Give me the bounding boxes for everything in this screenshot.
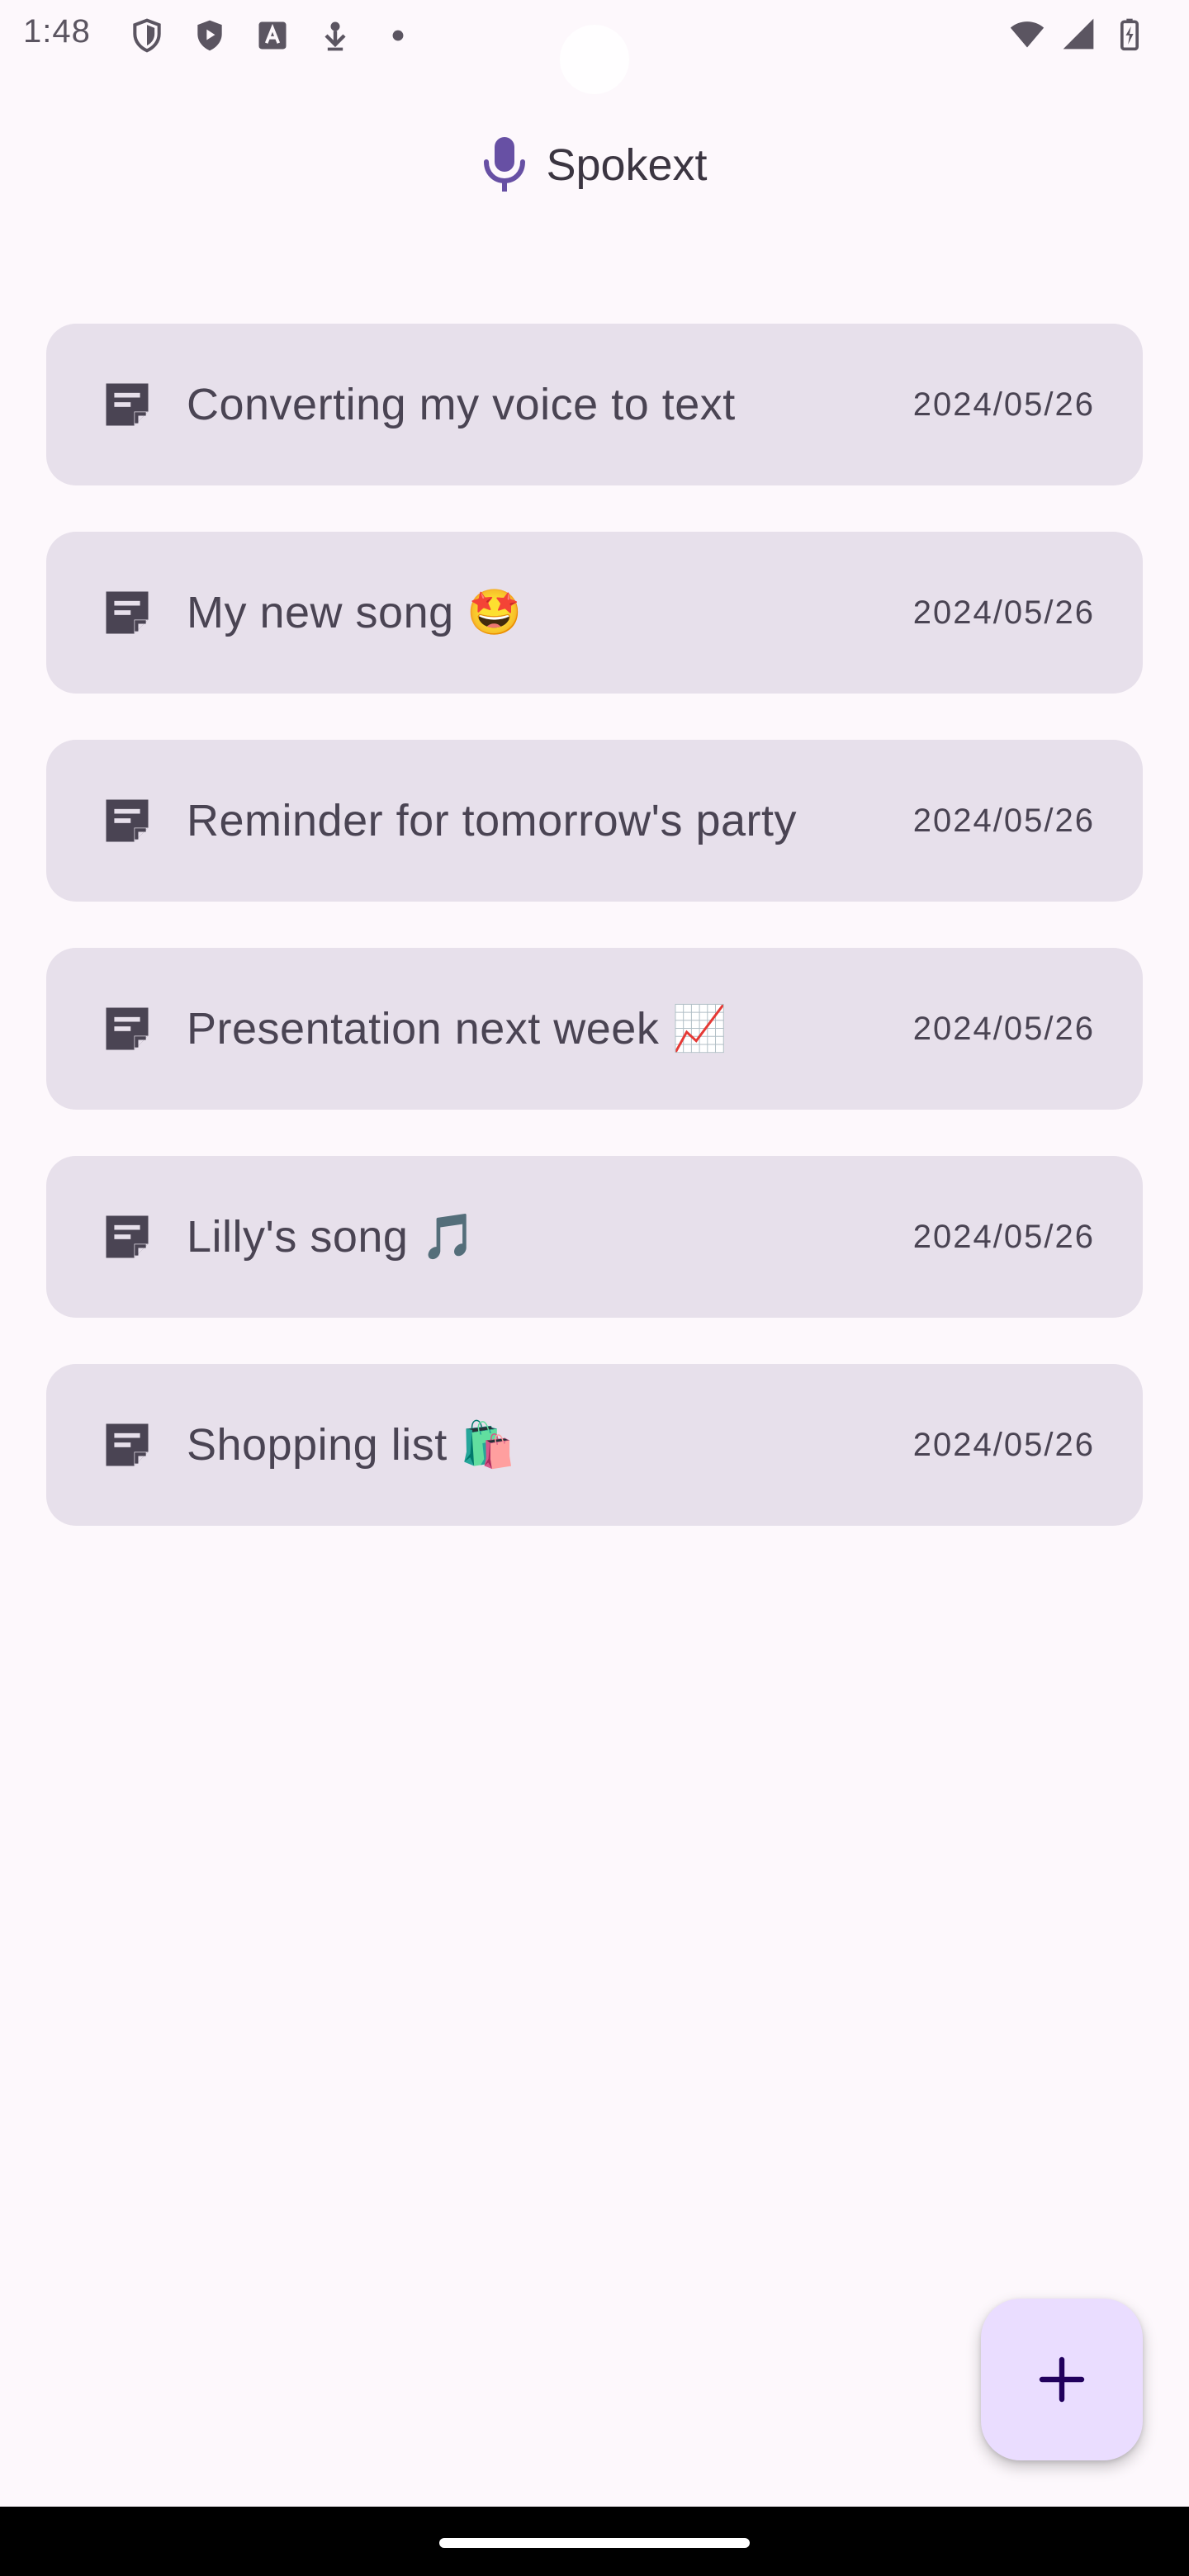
note-icon [106,1007,149,1050]
note-card[interactable]: My new song 🤩 2024/05/26 [46,532,1143,694]
status-icons-left [129,15,443,56]
note-icon [106,383,149,426]
note-title: Lilly's song 🎵 [187,1211,477,1262]
note-title: Converting my voice to text [187,380,736,429]
cellular-icon [1060,16,1097,52]
navigation-bar [0,2507,1189,2576]
app-title: Spokext [546,140,708,190]
note-date: 2024/05/26 [912,1218,1095,1255]
home-gesture-handle[interactable] [439,2538,750,2548]
status-icons-right [1002,13,1156,54]
app-header: Spokext [0,124,1189,206]
note-title: Presentation next week 📈 [187,1003,728,1054]
note-card[interactable]: Lilly's song 🎵 2024/05/26 [46,1156,1143,1318]
mic-icon [484,137,526,192]
note-date: 2024/05/26 [912,1010,1095,1047]
download-person-icon [317,17,353,54]
wifi-icon [1009,16,1045,52]
note-icon [106,1423,149,1466]
note-date: 2024/05/26 [912,1426,1095,1463]
note-card[interactable]: Presentation next week 📈 2024/05/26 [46,948,1143,1110]
note-date: 2024/05/26 [912,802,1095,839]
note-title: My new song 🤩 [187,587,523,637]
status-time: 1:48 [23,13,91,50]
play-shield-icon [192,17,228,54]
add-note-button[interactable] [981,2299,1143,2460]
note-icon [106,799,149,842]
note-list: Converting my voice to text 2024/05/26 M… [46,324,1143,1572]
dot-icon [380,17,416,54]
note-card[interactable]: Converting my voice to text 2024/05/26 [46,324,1143,485]
note-icon [106,1215,149,1258]
font-a-icon [254,17,291,54]
camera-cutout [560,25,629,94]
battery-charging-icon [1111,16,1148,52]
shield-icon [129,17,165,54]
note-date: 2024/05/26 [912,386,1095,423]
note-title: Reminder for tomorrow's party [187,796,798,845]
note-card[interactable]: Shopping list 🛍️ 2024/05/26 [46,1364,1143,1526]
note-date: 2024/05/26 [912,594,1095,631]
note-title: Shopping list 🛍️ [187,1419,516,1470]
plus-icon [1039,2356,1085,2403]
note-card[interactable]: Reminder for tomorrow's party 2024/05/26 [46,740,1143,902]
note-icon [106,591,149,634]
